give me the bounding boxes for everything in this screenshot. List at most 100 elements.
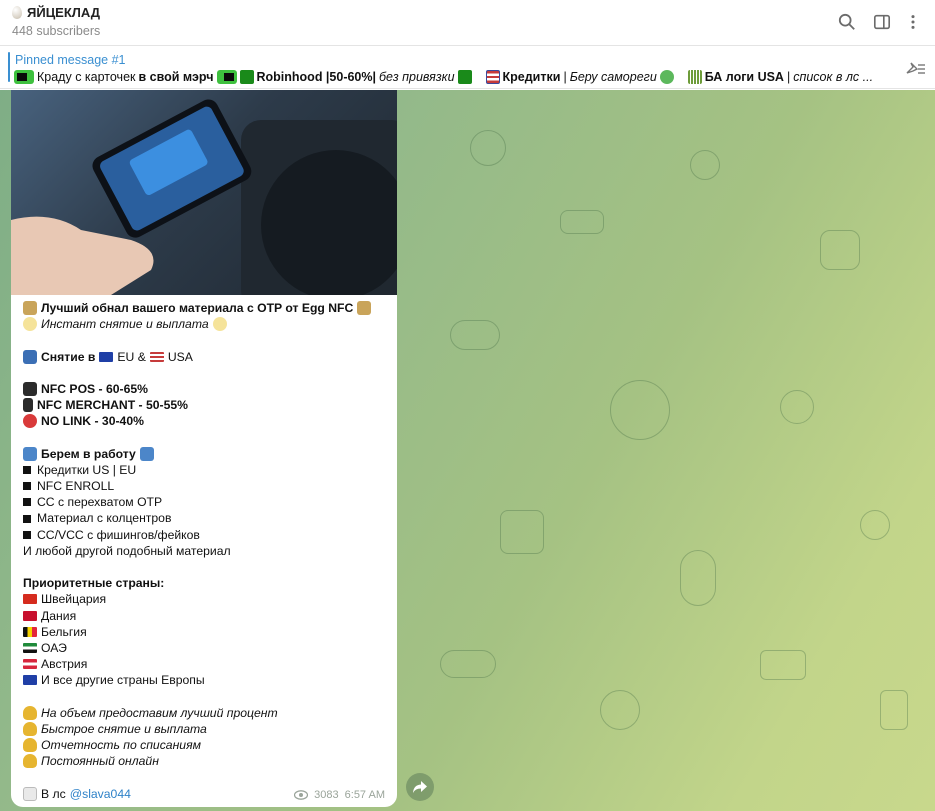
withdraw-eu: EU & (117, 349, 146, 364)
share-arrow-icon (413, 781, 427, 793)
switzerland-flag-icon (23, 594, 37, 605)
pinned-text-4: без привязки (379, 70, 455, 84)
country-name: Бельгия (41, 624, 87, 639)
list-item: ОАЭ (23, 640, 389, 656)
lightbulb-icon (212, 317, 227, 332)
usa-flag-icon (149, 351, 164, 362)
sidebar-toggle-icon[interactable] (871, 11, 893, 33)
list-item: CC/VCC с фишингов/фейков (23, 527, 389, 543)
bank-icon (357, 301, 372, 316)
countries-title: Приоритетные страны: (23, 576, 165, 591)
rate-nfc-pos: NFC POS - 60-65% (41, 381, 149, 396)
country-name: Швейцария (41, 592, 107, 607)
mobile-phone-icon (23, 398, 33, 413)
usa-flag-icon (485, 70, 500, 84)
post-subline: Инстант снятие и выплата (41, 317, 209, 332)
pinned-text-5: Кредитки (502, 70, 561, 84)
channel-name: ЯЙЦЕКЛАД (27, 5, 101, 20)
list-item: CC с перехватом OTP (23, 494, 389, 510)
bell-icon (23, 754, 37, 769)
list-item: Отчетность по списаниям (23, 737, 389, 753)
list-item: И все другие страны Европы (23, 672, 389, 688)
robinhood-icon (239, 70, 254, 84)
take-item: NFC ENROLL (37, 479, 115, 494)
search-icon[interactable] (836, 11, 858, 33)
pinned-text-9: | (786, 70, 791, 84)
bell-icon (23, 705, 37, 720)
post-time: 6:57 AM (344, 789, 385, 801)
list-item: На объем предоставим лучший процент (23, 705, 389, 721)
take-item: Кредитки US | EU (37, 462, 137, 477)
list-item: Бельгия (23, 624, 389, 640)
pinned-text-1: Краду с карточек (37, 70, 136, 84)
post-headline: Лучший обнал вашего материала с OTP от E… (41, 301, 354, 315)
any-other-text: И любой другой подобный материал (23, 543, 231, 558)
take-item: Материал с колцентров (37, 511, 172, 526)
country-name: ОАЭ (41, 640, 67, 655)
views-count: 3083 (314, 789, 339, 801)
bullet-icon (23, 530, 31, 539)
belgium-flag-icon (23, 626, 37, 637)
rate-no-link: NO LINK - 30-40% (41, 414, 144, 429)
rate-nfc-merchant: NFC MERCHANT - 50-55% (37, 398, 189, 413)
eu-flag-icon (23, 675, 37, 686)
pinned-text-8: БА логи USA (704, 70, 784, 84)
share-button[interactable] (406, 773, 434, 801)
withdraw-usa: USA (167, 349, 193, 364)
bullet-icon (23, 482, 31, 491)
lightbulb-icon (23, 317, 37, 332)
denmark-flag-icon (23, 610, 37, 621)
list-item: Австрия (23, 656, 389, 672)
take-item: CC с перехватом OTP (37, 495, 163, 510)
take-item: CC/VCC с фишингов/фейков (37, 527, 200, 542)
withdraw-label: Снятие в (41, 349, 96, 364)
post-meta: 3083 6:57 AM (294, 789, 385, 801)
inbox-tray-icon (23, 446, 37, 461)
perk-text: Быстрое снятие и выплата (41, 721, 207, 736)
eu-flag-icon (99, 351, 114, 362)
bullet-icon (23, 498, 31, 507)
no-phones-icon (23, 414, 37, 429)
egg-icon (12, 6, 22, 19)
pinned-text-7: Беру самореги (569, 70, 657, 84)
bell-icon (23, 738, 37, 753)
perk-text: Постоянный онлайн (41, 754, 159, 769)
list-item: Быстрое снятие и выплата (23, 721, 389, 737)
country-name: И все другие страны Европы (41, 673, 205, 688)
subscriber-count: 448 subscribers (12, 24, 101, 38)
bell-icon (23, 721, 37, 736)
contact-prefix: В лс (41, 786, 66, 801)
desktop-icon (23, 382, 37, 397)
post-text: Лучший обнал вашего материала с OTP от E… (23, 300, 389, 802)
list-item: Материал с колцентров (23, 510, 389, 526)
unpin-icon[interactable] (903, 59, 925, 77)
envelope-icon (23, 786, 37, 801)
bullet-icon (23, 514, 31, 523)
country-name: Австрия (41, 657, 88, 672)
perk-text: Отчетность по списаниям (41, 738, 201, 753)
pinned-title: Pinned message #1 (15, 53, 126, 67)
chat-header: ЯЙЦЕКЛАД 448 subscribers (0, 0, 935, 46)
austria-flag-icon (23, 659, 37, 670)
bullet-icon (23, 465, 31, 474)
pinned-text-2: в свой мэрч (138, 70, 214, 84)
pinned-message-bar[interactable]: Pinned message #1 Краду с карточек в сво… (0, 47, 935, 89)
uae-flag-icon (23, 643, 37, 654)
arrow-left-icon (216, 70, 237, 84)
list-item: Кредитки US | EU (23, 462, 389, 478)
contact-link[interactable]: @slava044 (70, 786, 131, 802)
bank-icon (23, 301, 37, 316)
views-eye-icon (294, 790, 309, 800)
phone-incoming-icon (23, 349, 37, 364)
country-name: Дания (41, 608, 77, 623)
pinned-text-3: Robinhood |50-60%| (256, 70, 377, 84)
take-title: Берем в работу (41, 446, 136, 461)
channel-post: Лучший обнал вашего материала с OTP от E… (11, 90, 397, 807)
pinned-text-10: список в лс ... (793, 70, 874, 84)
inbox-tray-icon (139, 446, 154, 461)
channel-title[interactable]: ЯЙЦЕКЛАД (12, 5, 100, 20)
post-photo[interactable] (11, 90, 397, 295)
pinned-accent-bar (8, 52, 10, 82)
pinned-preview: Краду с карточек в свой мэрч Robinhood |… (14, 68, 894, 86)
more-vertical-icon[interactable] (902, 11, 924, 33)
